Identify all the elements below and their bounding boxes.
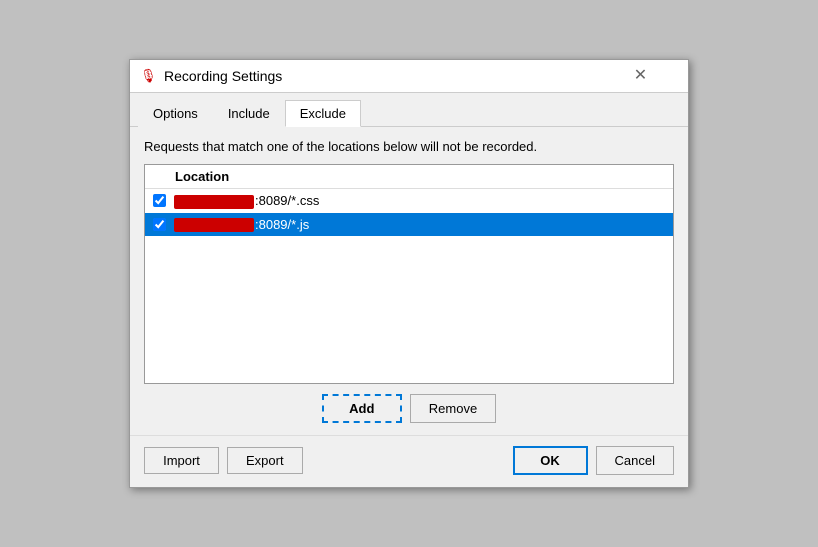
redacted-host-2 [174, 218, 254, 232]
bottom-left-buttons: Import Export [144, 447, 303, 474]
add-button[interactable]: Add [322, 394, 402, 423]
ok-button[interactable]: OK [513, 446, 588, 475]
tab-bar: Options Include Exclude [130, 93, 688, 127]
title-bar: 🎙 Recording Settings ✕ [130, 60, 688, 93]
item-checkbox-2[interactable] [153, 218, 166, 231]
tab-include[interactable]: Include [213, 100, 285, 127]
list-item[interactable]: :8089/*.js [145, 213, 673, 237]
dialog-icon: 🎙 [140, 68, 156, 84]
locations-list[interactable]: Location :8089/*.css :8089/*.js [144, 164, 674, 384]
list-header: Location [145, 165, 673, 189]
item-text-2: :8089/*.js [174, 217, 309, 233]
list-item[interactable]: :8089/*.css [145, 189, 673, 213]
item-checkbox-1[interactable] [153, 194, 166, 207]
redacted-host-1 [174, 195, 254, 209]
bottom-right-buttons: OK Cancel [513, 446, 674, 475]
close-button[interactable]: ✕ [603, 68, 678, 84]
dialog-title: Recording Settings [164, 68, 603, 84]
list-action-buttons: Add Remove [144, 394, 674, 423]
item-text-1: :8089/*.css [174, 193, 319, 209]
import-button[interactable]: Import [144, 447, 219, 474]
bottom-bar: Import Export OK Cancel [130, 435, 688, 487]
tab-options[interactable]: Options [138, 100, 213, 127]
description-text: Requests that match one of the locations… [144, 139, 674, 154]
tab-exclude[interactable]: Exclude [285, 100, 361, 127]
remove-button[interactable]: Remove [410, 394, 496, 423]
dialog-body: Requests that match one of the locations… [130, 127, 688, 435]
cancel-button[interactable]: Cancel [596, 446, 674, 475]
recording-settings-dialog: 🎙 Recording Settings ✕ Options Include E… [129, 59, 689, 488]
export-button[interactable]: Export [227, 447, 303, 474]
